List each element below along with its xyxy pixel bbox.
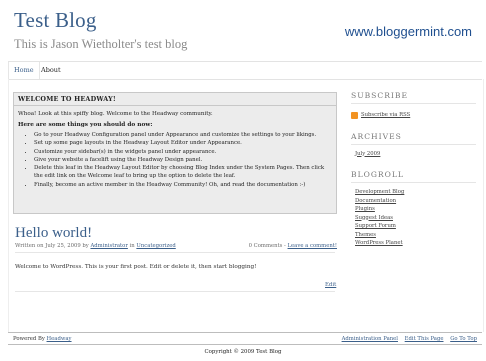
archives-heading: ARCHIVES [351,131,402,141]
go-to-top-link[interactable]: Go To Top [450,336,477,342]
post-in-text: in [129,243,135,249]
rss-row[interactable]: Subscribe via RSS [351,111,481,120]
edit-page-link[interactable]: Edit This Page [405,336,444,342]
leave-comment-link[interactable]: Leave a comment! [288,243,337,249]
list-item: Customize your sidebar(s) in the widgets… [34,148,332,156]
powered-by-text: Powered By [13,336,45,342]
sidebar-divider [351,182,476,183]
watermark-text: www.bloggermint.com [344,24,472,39]
list-item: Finally, become an active member in the … [34,181,332,189]
comment-separator: - [284,243,286,249]
post-divider [15,252,335,253]
blogroll-heading: BLOGROLL [351,170,404,179]
blogroll-item[interactable]: Themes [355,231,481,240]
sidebar-divider [351,143,476,145]
welcome-title: WELCOME TO HEADWAY! [14,93,336,106]
blogroll-item[interactable]: Support Forum [355,222,481,231]
nav-item-home[interactable]: Home [8,62,40,79]
welcome-subtitle: Here are some things you should do now: [18,122,153,128]
site-title[interactable]: Test Blog [14,8,187,33]
blogroll-item[interactable]: Suggest Ideas [355,214,481,223]
nav-item-about[interactable]: About [36,62,66,79]
welcome-todo-list: Go to your Headway Configuration panel u… [14,131,336,189]
footer-links: Administration Panel Edit This Page Go T… [337,336,477,342]
archive-item[interactable]: July 2009 [355,150,481,159]
list-item: Give your website a facelift using the H… [34,156,332,164]
post-body: Welcome to WordPress. This is your first… [15,264,257,270]
welcome-intro: Whoa! Look at this spiffy blog. Welcome … [18,111,213,117]
blogroll-item[interactable]: Documentation [355,197,481,206]
sidebar: SUBSCRIBE Subscribe via RSS ARCHIVES Jul… [351,91,481,248]
powered-by: Powered By Headway [13,336,72,342]
footer: Powered By Headway Administration Panel … [8,332,482,345]
welcome-box: WELCOME TO HEADWAY! Whoa! Look at this s… [13,92,337,214]
blogroll-item[interactable]: WordPress Planet [355,239,481,248]
blogroll-item[interactable]: Development Blog [355,188,481,197]
post-author-link[interactable]: Administrator [90,243,127,249]
subscribe-heading: SUBSCRIBE [351,91,409,100]
archives-list: July 2009 [351,150,481,159]
sidebar-divider [351,103,476,104]
blogroll-list: Development Blog Documentation Plugins S… [351,188,481,248]
comment-count: 0 Comments [248,243,283,249]
main-navigation: Home About [8,61,482,80]
site-tagline: This is Jason Wietholter's test blog [14,37,188,51]
headway-link[interactable]: Headway [47,336,72,342]
list-item: Set up some page layouts in the Headway … [34,139,332,147]
list-item: Delete this leaf in the Headway Layout E… [34,164,332,181]
subscribe-rss-link[interactable]: Subscribe via RSS [361,111,410,120]
edit-post-link[interactable]: Edit [325,282,336,288]
rss-icon [351,111,358,119]
post-title[interactable]: Hello world! [15,225,92,242]
copyright-text: Copyright © 2009 Test Blog [204,349,282,355]
list-item: Go to your Headway Configuration panel u… [34,131,332,139]
post-date-text: Written on July 25, 2009 by [15,243,89,249]
post-comments: 0 Comments - Leave a comment! [249,243,337,249]
site-header: Test Blog This is Jason Wietholter's tes… [14,8,187,52]
admin-panel-link[interactable]: Administration Panel [342,336,398,342]
post-bottom-divider [15,291,335,292]
post-category-link[interactable]: Uncategorized [136,243,175,249]
post-meta: Written on July 25, 2009 by Administrato… [15,243,176,249]
blogroll-item[interactable]: Plugins [355,205,481,214]
